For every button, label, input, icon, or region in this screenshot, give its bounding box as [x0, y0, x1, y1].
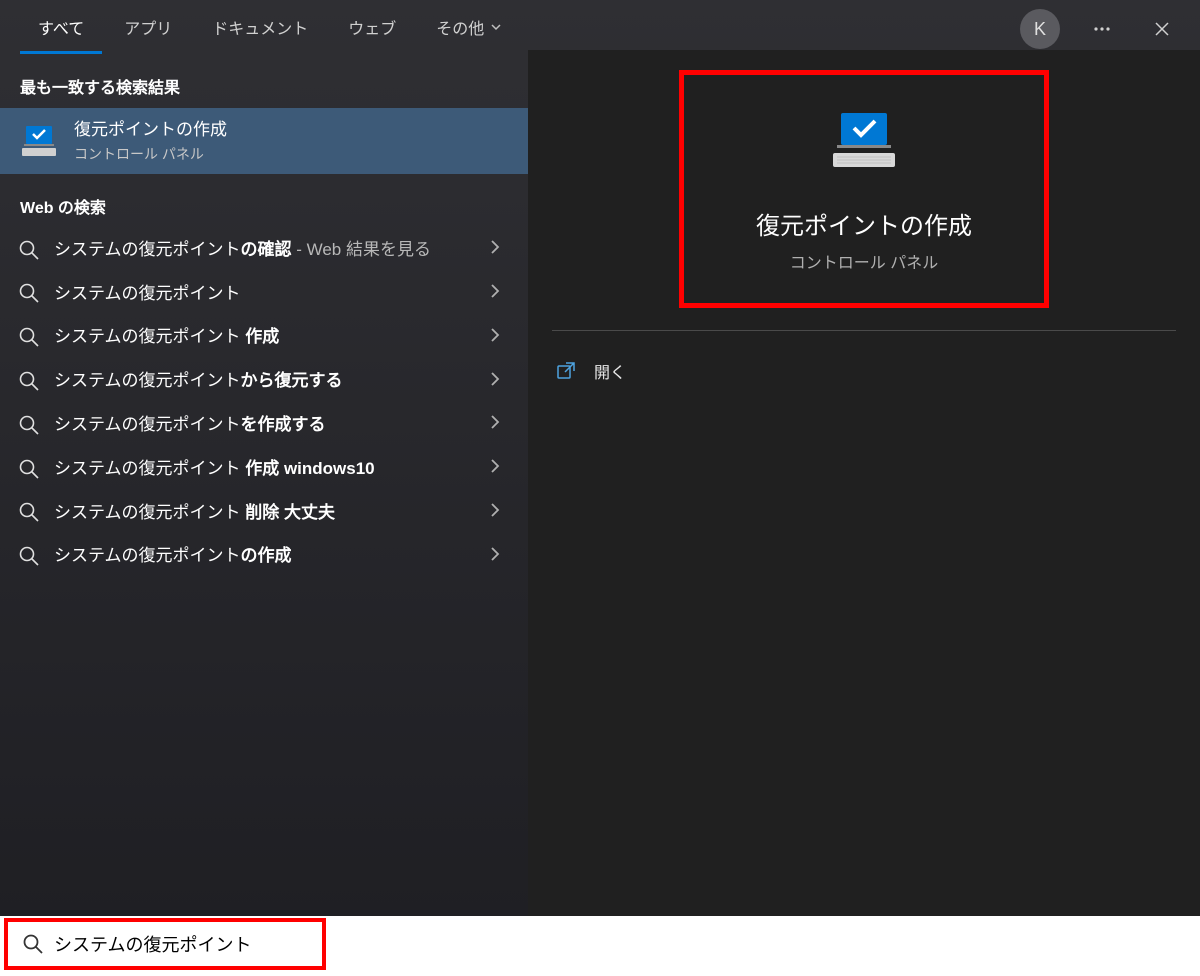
web-result-item[interactable]: システムの復元ポイントの作成 [0, 534, 528, 578]
search-bar-row [0, 916, 1200, 976]
web-result-content: システムの復元ポイントの作成 [54, 544, 480, 568]
open-action[interactable]: 開く [552, 349, 1176, 393]
chevron-right-icon[interactable] [480, 371, 510, 392]
web-result-content: システムの復元ポイントから復元する [54, 369, 480, 393]
web-result-content: システムの復元ポイント 削除 大丈夫 [54, 501, 480, 525]
chevron-right-icon[interactable] [480, 458, 510, 479]
web-result-title: システムの復元ポイント 削除 大丈夫 [54, 501, 480, 525]
web-result-item[interactable]: システムの復元ポイント [0, 272, 528, 316]
web-result-item[interactable]: システムの復元ポイント 作成 windows10 [0, 447, 528, 491]
web-search-header: Web の検索 [0, 188, 528, 228]
preview-panel: 復元ポイントの作成 コントロール パネル 開く [528, 50, 1200, 916]
search-icon [18, 326, 40, 348]
search-input[interactable] [54, 934, 322, 955]
web-result-item[interactable]: システムの復元ポイント 作成 [0, 315, 528, 359]
tabs-row: すべて アプリ ドキュメント ウェブ その他 K [0, 0, 1200, 50]
web-result-title: システムの復元ポイントの確認 - Web 結果を見る [54, 238, 480, 262]
web-result-title: システムの復元ポイント 作成 windows10 [54, 457, 480, 481]
tab-more-label: その他 [436, 15, 484, 39]
tab-apps[interactable]: アプリ [106, 5, 190, 54]
tab-web[interactable]: ウェブ [330, 5, 414, 54]
search-icon [18, 239, 40, 261]
more-options-button[interactable] [1084, 11, 1120, 47]
header-right: K [1020, 9, 1180, 49]
tab-more[interactable]: その他 [418, 5, 520, 54]
web-result-content: システムの復元ポイントの確認 - Web 結果を見る [54, 238, 480, 262]
web-result-title: システムの復元ポイントから復元する [54, 369, 480, 393]
user-avatar[interactable]: K [1020, 9, 1060, 49]
web-result-title: システムの復元ポイント [54, 282, 480, 306]
web-result-title: システムの復元ポイントを作成する [54, 413, 480, 437]
web-result-title: システムの復元ポイント 作成 [54, 325, 480, 349]
search-icon [18, 501, 40, 523]
web-result-title: システムの復元ポイントの作成 [54, 544, 480, 568]
web-result-content: システムの復元ポイントを作成する [54, 413, 480, 437]
web-result-item[interactable]: システムの復元ポイント 削除 大丈夫 [0, 491, 528, 535]
web-result-content: システムの復元ポイント 作成 [54, 325, 480, 349]
best-match-title: 復元ポイントの作成 [74, 118, 510, 142]
preview-highlight-box: 復元ポイントの作成 コントロール パネル [679, 70, 1049, 308]
content-area: 最も一致する検索結果 復元ポイントの作成 コントロール パネル Web [0, 50, 1200, 916]
search-bar-highlight-box [4, 918, 326, 970]
web-result-item[interactable]: システムの復元ポイントから復元する [0, 359, 528, 403]
chevron-down-icon [490, 21, 502, 33]
web-result-item[interactable]: システムの復元ポイントの確認 - Web 結果を見る [0, 228, 528, 272]
close-icon [1154, 21, 1170, 37]
web-result-content: システムの復元ポイント 作成 windows10 [54, 457, 480, 481]
best-match-header: 最も一致する検索結果 [0, 68, 528, 108]
best-match-item[interactable]: 復元ポイントの作成 コントロール パネル [0, 108, 528, 174]
chevron-right-icon[interactable] [480, 546, 510, 567]
web-results-list: システムの復元ポイントの確認 - Web 結果を見るシステムの復元ポイントシステ… [0, 228, 528, 578]
ellipsis-icon [1092, 19, 1112, 39]
search-icon [22, 933, 44, 955]
close-button[interactable] [1144, 11, 1180, 47]
results-panel: 最も一致する検索結果 復元ポイントの作成 コントロール パネル Web [0, 50, 528, 916]
open-external-icon [556, 361, 576, 381]
best-match-content: 復元ポイントの作成 コントロール パネル [74, 118, 510, 164]
chevron-right-icon[interactable] [480, 283, 510, 304]
tab-all[interactable]: すべて [20, 5, 102, 54]
open-action-label: 開く [594, 359, 626, 383]
chevron-right-icon[interactable] [480, 239, 510, 260]
web-result-content: システムの復元ポイント [54, 282, 480, 306]
search-icon [18, 282, 40, 304]
preview-app-icon [825, 103, 903, 186]
search-icon [18, 414, 40, 436]
divider [552, 330, 1176, 331]
tab-documents[interactable]: ドキュメント [194, 5, 326, 54]
preview-title: 復元ポイントの作成 [756, 206, 972, 241]
search-icon [18, 458, 40, 480]
search-icon [18, 545, 40, 567]
web-result-item[interactable]: システムの復元ポイントを作成する [0, 403, 528, 447]
chevron-right-icon[interactable] [480, 327, 510, 348]
best-match-subtitle: コントロール パネル [74, 144, 510, 164]
chevron-right-icon[interactable] [480, 414, 510, 435]
search-window: すべて アプリ ドキュメント ウェブ その他 K 最も一致する検索結果 [0, 0, 1200, 976]
restore-point-icon [18, 120, 60, 162]
preview-subtitle: コントロール パネル [790, 249, 938, 273]
search-icon [18, 370, 40, 392]
chevron-right-icon[interactable] [480, 502, 510, 523]
